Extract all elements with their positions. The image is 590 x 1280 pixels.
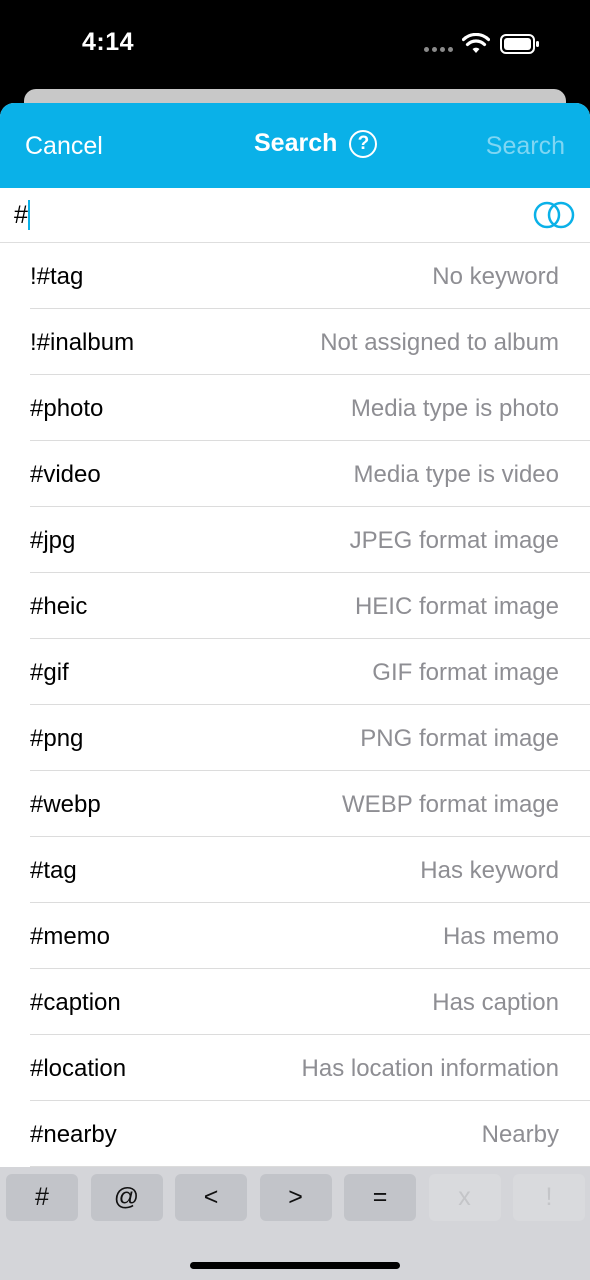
suggestion-keyword: #gif (30, 659, 69, 686)
suggestion-keyword: #caption (30, 989, 121, 1016)
suggestion-description: Has caption (432, 989, 559, 1016)
suggestion-description: JPEG format image (349, 527, 559, 554)
status-time: 4:14 (82, 28, 135, 56)
title-group: Search ? (254, 129, 378, 158)
suggestion-row[interactable]: #webp WEBP format image (0, 771, 590, 837)
suggestion-row[interactable]: #nearby Nearby (0, 1101, 590, 1167)
search-button[interactable]: Search (486, 132, 565, 161)
suggestion-row[interactable]: #png PNG format image (0, 705, 590, 771)
cancel-button[interactable]: Cancel (25, 132, 103, 161)
search-input[interactable] (14, 198, 494, 232)
wifi-icon (462, 33, 490, 53)
suggestion-row[interactable]: #caption Has caption (0, 969, 590, 1035)
search-sheet: Cancel Search ? Search !#tagNo keyword!#… (0, 103, 590, 1280)
suggestion-row[interactable]: #location Has location information (0, 1035, 590, 1101)
suggestion-description: Not assigned to album (320, 329, 559, 356)
symbol-key[interactable]: > (259, 1174, 332, 1221)
symbol-keys: # @ < > = x! (6, 1174, 585, 1221)
suggestion-description: GIF format image (372, 659, 559, 686)
suggestion-keyword: #video (30, 461, 101, 488)
suggestion-keyword: #webp (30, 791, 101, 818)
symbol-key[interactable]: # (6, 1174, 78, 1221)
suggestion-row[interactable]: #video Media type is video (0, 441, 590, 507)
suggestion-row[interactable]: #gif GIF format image (0, 639, 590, 705)
suggestion-keyword: #heic (30, 593, 88, 620)
suggestion-description: Media type is video (353, 461, 559, 488)
text-cursor (28, 200, 30, 230)
suggestion-row[interactable]: #photo Media type is photo (0, 375, 590, 441)
symbol-key[interactable]: < (175, 1174, 247, 1221)
symbol-key[interactable]: = (344, 1174, 416, 1221)
suggestion-keyword: !#tag (30, 263, 84, 290)
suggestion-description: Has location information (301, 1055, 559, 1082)
battery-icon (500, 34, 539, 54)
suggestion-keyword: #location (30, 1055, 127, 1082)
navigation-bar: Cancel Search ? Search (0, 103, 590, 188)
symbol-key[interactable]: @ (90, 1174, 163, 1221)
symbol-key: ! (513, 1174, 585, 1221)
suggestion-keyword: #nearby (30, 1121, 117, 1148)
suggestion-row[interactable]: !#inalbum Not assigned to album (0, 309, 590, 375)
symbol-key: x (428, 1174, 501, 1221)
suggestion-row[interactable]: #tag Has keyword (0, 837, 590, 903)
cellular-signal-icon (424, 47, 453, 52)
suggestion-list: !#tag No keyword !#inalbum Not assigned to … (0, 243, 590, 1167)
overlapping-circles-icon[interactable] (530, 200, 578, 230)
home-indicator[interactable] (190, 1262, 400, 1269)
suggestion-keyword: !#inalbum (30, 329, 135, 356)
suggestion-keyword: #memo (30, 923, 111, 950)
suggestion-description: Has memo (442, 923, 559, 950)
suggestion-keyword: #photo (30, 395, 104, 422)
suggestion-row[interactable]: #memo Has memo (0, 903, 590, 969)
suggestion-keyword: #png (30, 725, 84, 752)
suggestion-keyword: #jpg (30, 527, 76, 554)
suggestion-description: Has keyword (420, 857, 559, 884)
suggestion-description: Nearby (481, 1121, 559, 1148)
suggestion-description: WEBP format image (342, 791, 559, 818)
search-field-row (0, 188, 590, 243)
suggestion-description: PNG format image (360, 725, 559, 752)
suggestion-row[interactable]: #jpg JPEG format image (0, 507, 590, 573)
suggestion-row[interactable]: #heic HEIC format image (0, 573, 590, 639)
suggestion-description: Media type is photo (350, 395, 559, 422)
suggestion-keyword: #tag (30, 857, 77, 884)
suggestion-row[interactable]: !#tag No keyword (0, 243, 590, 309)
suggestion-description: No keyword (432, 263, 559, 290)
page-title: Search (254, 129, 338, 157)
suggestion-description: HEIC format image (354, 593, 559, 620)
status-bar: 4:14 (0, 0, 590, 90)
help-icon[interactable]: ? (349, 129, 378, 158)
